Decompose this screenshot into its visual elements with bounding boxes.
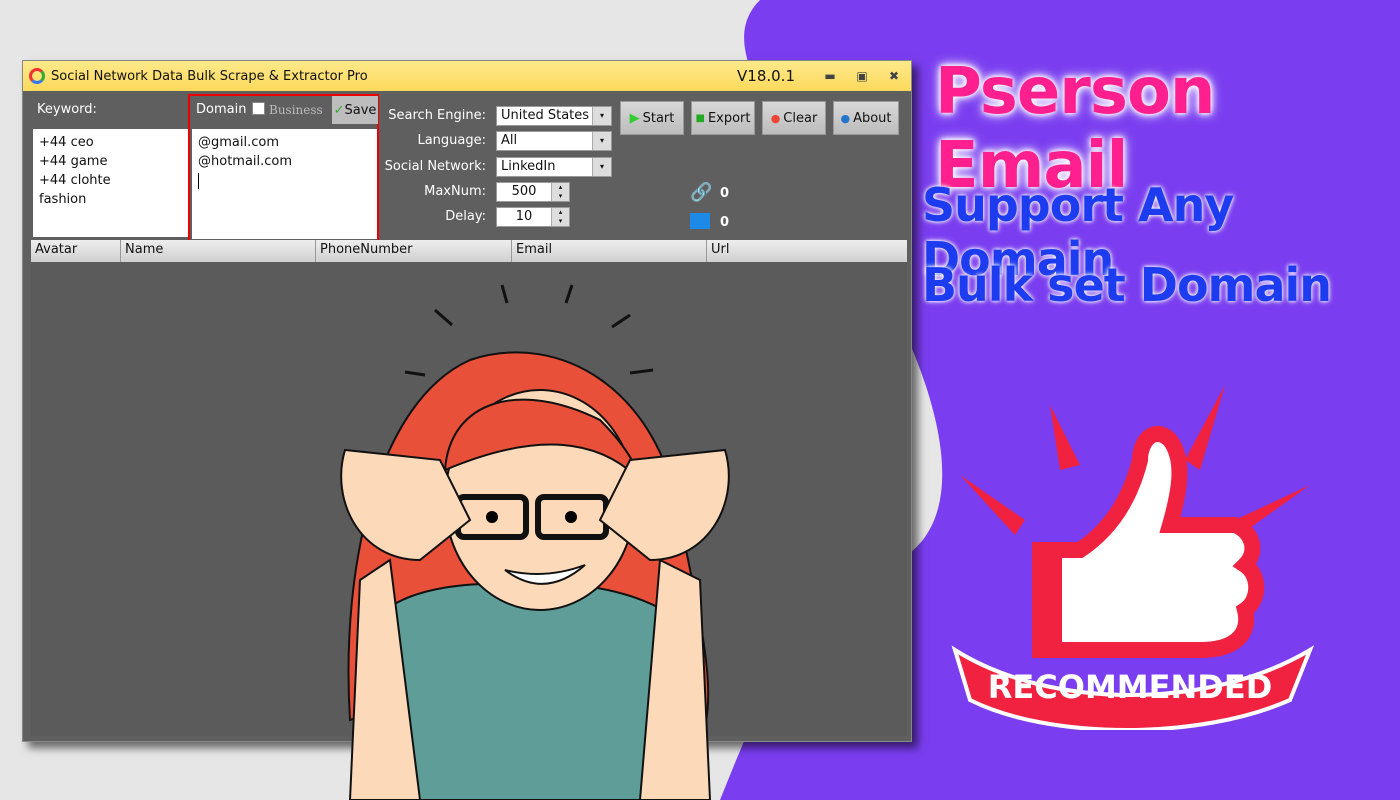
thumbs-up-recommended-icon: RECOMMENDED bbox=[951, 385, 1315, 730]
promo-line-2: Bulk set Domain bbox=[922, 258, 1332, 312]
recommended-badge-text: RECOMMENDED bbox=[988, 668, 1273, 706]
